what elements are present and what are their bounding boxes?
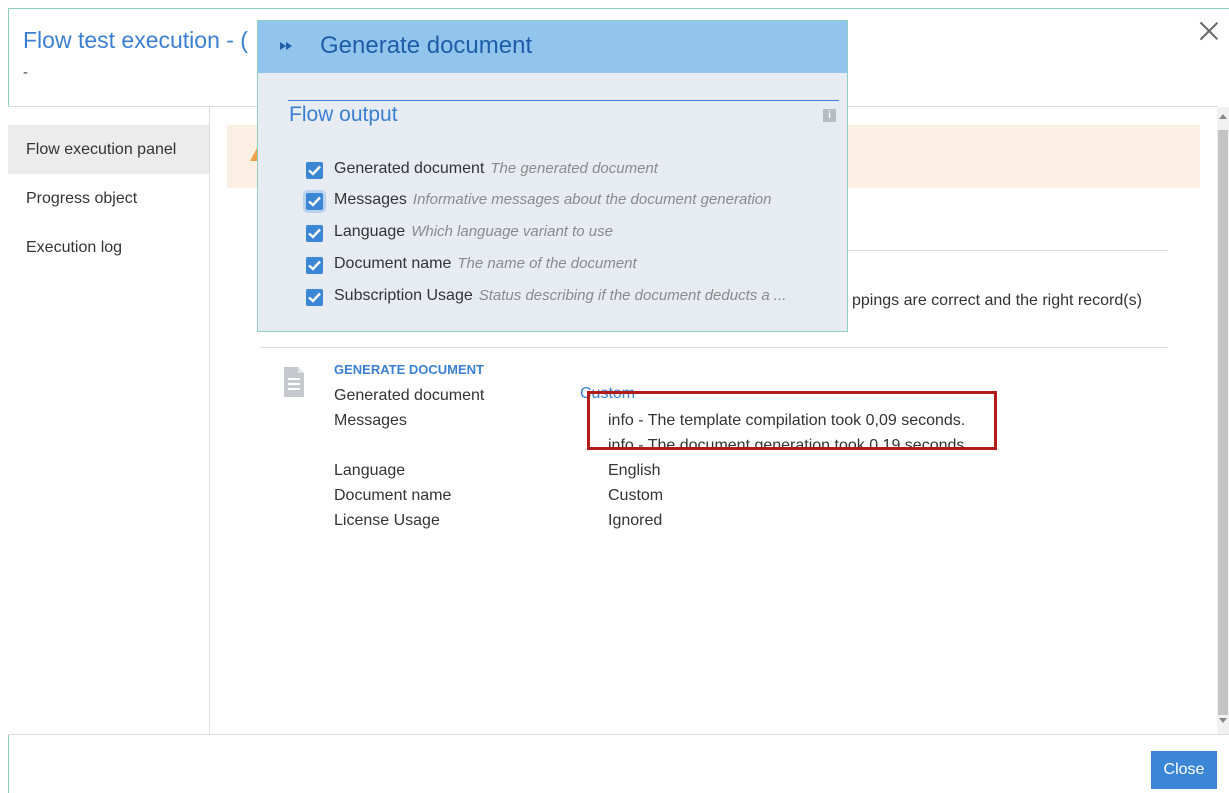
scroll-down-icon[interactable] [1219,718,1227,723]
checkbox[interactable] [306,193,323,210]
highlight-box [587,391,997,450]
output-label: Subscription Usage [334,287,473,304]
output-label: Generated document [334,160,485,177]
document-icon [284,367,304,397]
dialog-title: Flow test execution - ( [23,27,248,53]
fast-forward-icon [280,42,292,50]
output-label: Document name [334,255,452,272]
popup-header: Generate document [258,21,847,73]
generate-document-heading: GENERATE DOCUMENT [334,362,484,377]
output-description: Which language variant to use [411,223,613,240]
sidebar: Flow execution panel Progress object Exe… [8,107,210,734]
output-description: The generated document [490,160,658,177]
divider [260,347,1168,348]
sidebar-item-execution-log[interactable]: Execution log [8,223,209,272]
checkbox[interactable] [306,162,323,179]
output-description: Status describing if the document deduct… [478,287,787,304]
output-label: Language [334,223,406,240]
scrollbar-thumb[interactable] [1218,130,1228,715]
messages-label: Messages [334,412,407,429]
dialog-subtitle: - [23,64,28,81]
generate-document-popup: Generate document Flow output i Generate… [257,20,848,332]
checkbox[interactable] [306,257,323,274]
document-name-value: Custom [608,487,664,504]
output-description: Informative messages about the document … [412,191,772,208]
output-label: Messages [334,191,407,208]
language-value: English [608,462,661,479]
generated-document-label: Generated document [334,387,485,404]
close-icon[interactable] [1196,18,1222,44]
flow-output-heading: Flow output [289,103,398,126]
language-label: Language [334,462,406,479]
output-description: The name of the document [457,255,637,272]
close-button[interactable]: Close [1151,751,1217,789]
popup-title: Generate document [320,32,533,59]
footer-divider [8,734,1229,735]
scroll-up-icon[interactable] [1219,114,1227,119]
sidebar-item-progress-object[interactable]: Progress object [8,174,209,223]
checkbox[interactable] [306,225,323,242]
sidebar-item-flow-execution-panel[interactable]: Flow execution panel [8,125,209,174]
partially-hidden-text: ppings are correct and the right record(… [852,292,1142,309]
info-icon[interactable]: i [823,109,836,122]
section-divider [288,100,839,101]
license-usage-label: License Usage [334,512,440,529]
document-name-label: Document name [334,487,452,504]
checkbox[interactable] [306,289,323,306]
license-usage-value: Ignored [608,512,663,529]
